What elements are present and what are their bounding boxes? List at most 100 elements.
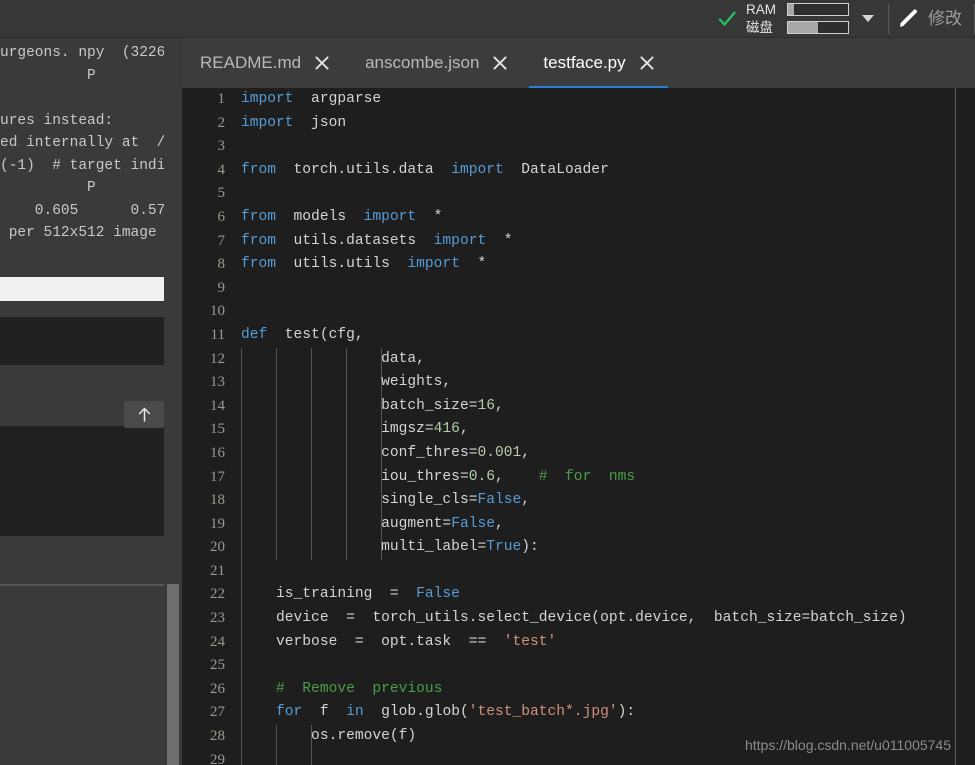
code-line[interactable]: def test(cfg, bbox=[234, 324, 975, 348]
code-token-id: utils.utils bbox=[276, 256, 408, 273]
editor-tab-anscombe-json[interactable]: anscombe.json bbox=[347, 38, 525, 88]
console-line: ures instead: bbox=[0, 112, 114, 129]
code-token-kw: import bbox=[241, 114, 294, 131]
line-number: 20 bbox=[210, 539, 225, 556]
edit-mode-label: 修改 bbox=[928, 8, 962, 28]
editor-pane: README.md anscombe.json testface.py 123456… bbox=[182, 38, 975, 765]
code-line[interactable]: imgsz=416, bbox=[234, 418, 975, 442]
code-line[interactable] bbox=[234, 135, 975, 159]
code-line[interactable]: weights, bbox=[234, 371, 975, 395]
code-line[interactable] bbox=[234, 654, 975, 678]
code-line[interactable] bbox=[234, 182, 975, 206]
code-token-id: torch.utils.data bbox=[276, 161, 452, 178]
toolbar-divider bbox=[888, 3, 889, 34]
code-line[interactable]: augment=False, bbox=[234, 513, 975, 537]
console-line: P R bbox=[0, 67, 182, 84]
code-line[interactable]: iou_thres=0.6, # for nms bbox=[234, 466, 975, 490]
line-number: 4 bbox=[217, 161, 226, 178]
code-token-kw: from bbox=[241, 256, 277, 273]
code-line[interactable]: multi_label=True): bbox=[234, 536, 975, 560]
left-panel-scrollbar-thumb[interactable] bbox=[167, 584, 179, 765]
code-token-id: device = torch_utils.select_device(opt.d… bbox=[241, 610, 907, 627]
pencil-icon bbox=[898, 8, 919, 29]
code-line[interactable] bbox=[234, 277, 975, 301]
line-number: 14 bbox=[210, 397, 225, 414]
green-check-icon bbox=[717, 9, 737, 29]
console-output-text: urgeons. npy (3226 f P R ures instead: ed… bbox=[0, 38, 182, 251]
line-number: 15 bbox=[210, 421, 225, 438]
code-token-str: 'test_batch*.jpg' bbox=[468, 704, 618, 721]
notebook-input-cell[interactable] bbox=[0, 277, 164, 301]
edit-mode-button[interactable]: 修改 bbox=[898, 8, 972, 29]
code-token-id: weights, bbox=[241, 374, 452, 391]
code-token-id: , bbox=[521, 444, 531, 461]
disk-meter-row: 磁盘 bbox=[746, 20, 849, 35]
code-token-cmt: # Remove previous bbox=[241, 680, 443, 697]
editor-tab-readme-md[interactable]: README.md bbox=[182, 38, 347, 88]
code-area[interactable]: 1 2 3 4 5 6 7 8 9 10 11 12 13 14 15 16 17 18 19 20 21 22 23 24 2… bbox=[182, 88, 975, 765]
console-line: urgeons. npy (3226 f bbox=[0, 45, 182, 61]
code-token-id: * bbox=[459, 256, 487, 273]
ram-meter-row: RAM bbox=[746, 2, 849, 17]
line-number-gutter: 1 2 3 4 5 6 7 8 9 10 11 12 13 14 15 16 17 18 19 20 21 22 23 24 2… bbox=[182, 88, 234, 765]
resource-dropdown-button[interactable] bbox=[857, 1, 879, 37]
editor-tab-testface-py[interactable]: testface.py bbox=[525, 38, 671, 88]
line-number: 26 bbox=[210, 680, 225, 697]
code-line[interactable]: from models import * bbox=[234, 206, 975, 230]
code-line[interactable]: import argparse bbox=[234, 88, 975, 112]
code-token-id: glob.glob( bbox=[363, 704, 469, 721]
code-token-id: * bbox=[486, 232, 513, 249]
code-token-id: data, bbox=[241, 350, 425, 367]
code-line[interactable]: # Remove previous bbox=[234, 678, 975, 702]
code-token-kw: from bbox=[241, 232, 277, 249]
code-line[interactable]: import json bbox=[234, 112, 975, 136]
watermark-text: https://blog.csdn.net/u011005745 bbox=[744, 737, 951, 753]
code-token-id: * bbox=[416, 208, 443, 225]
resource-status-group: RAM 磁盘 bbox=[717, 2, 855, 35]
code-line[interactable] bbox=[234, 560, 975, 584]
code-line[interactable] bbox=[234, 300, 975, 324]
code-line[interactable]: from utils.utils import * bbox=[234, 253, 975, 277]
resource-meters: RAM 磁盘 bbox=[746, 2, 849, 35]
line-number: 25 bbox=[210, 657, 225, 674]
line-number: 21 bbox=[210, 562, 225, 579]
line-number: 5 bbox=[217, 185, 226, 202]
code-line[interactable]: for f in glob.glob('test_batch*.jpg'): bbox=[234, 701, 975, 725]
code-token-id: is_training = bbox=[241, 586, 417, 603]
code-line[interactable]: device = torch_utils.select_device(opt.d… bbox=[234, 607, 975, 631]
code-token-kw: import bbox=[407, 256, 460, 273]
close-icon[interactable] bbox=[639, 55, 655, 71]
code-line[interactable]: from utils.datasets import * bbox=[234, 230, 975, 254]
close-icon[interactable] bbox=[492, 55, 508, 71]
code-token-id: verbose = opt.task == bbox=[241, 633, 504, 650]
code-token-id: , bbox=[494, 397, 504, 414]
code-line[interactable]: data, bbox=[234, 348, 975, 372]
code-token-id: single_cls= bbox=[241, 492, 478, 509]
code-token-kw: from bbox=[241, 161, 277, 178]
close-icon[interactable] bbox=[314, 55, 330, 71]
line-number: 1 bbox=[217, 91, 226, 107]
scroll-to-top-button[interactable] bbox=[124, 401, 164, 428]
left-panel-scrollbar[interactable] bbox=[164, 38, 182, 765]
code-token-num: 16 bbox=[477, 397, 495, 414]
line-number: 28 bbox=[210, 728, 225, 745]
line-number: 9 bbox=[217, 279, 226, 296]
code-line[interactable]: verbose = opt.task == 'test' bbox=[234, 631, 975, 655]
line-number: 22 bbox=[210, 586, 225, 603]
code-line[interactable]: from torch.utils.data import DataLoader bbox=[234, 159, 975, 183]
code-line[interactable]: single_cls=False, bbox=[234, 489, 975, 513]
code-content[interactable]: import argparse import json from torch.ut… bbox=[234, 88, 975, 765]
arrow-up-icon bbox=[136, 406, 153, 423]
line-number: 19 bbox=[210, 515, 225, 532]
line-number: 18 bbox=[210, 492, 225, 509]
code-token-kw: import bbox=[363, 208, 417, 225]
code-line[interactable]: is_training = False bbox=[234, 583, 975, 607]
code-line[interactable]: batch_size=16, bbox=[234, 395, 975, 419]
vertical-ruler bbox=[955, 88, 956, 765]
code-token-id: ): bbox=[521, 539, 539, 556]
chevron-down-icon bbox=[862, 15, 874, 22]
code-token-kw: in bbox=[346, 704, 364, 721]
code-line[interactable]: conf_thres=0.001, bbox=[234, 442, 975, 466]
code-token-str: 'test' bbox=[503, 633, 557, 650]
